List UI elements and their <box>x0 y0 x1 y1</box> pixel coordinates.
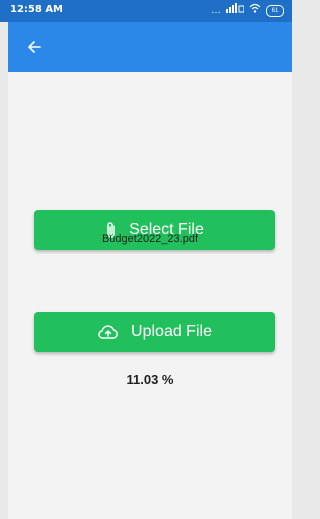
app-bar <box>8 22 292 72</box>
arrow-left-icon <box>28 41 41 53</box>
main-content: Select File Budget2022_23.pdf Upload Fil… <box>8 72 292 519</box>
upload-progress-text: 11.03 % <box>126 372 174 387</box>
status-time: 12:58 AM <box>10 4 64 15</box>
battery-icon: 61 <box>266 4 284 17</box>
cloud-upload-icon <box>98 325 119 339</box>
back-button[interactable] <box>22 35 46 59</box>
screen: 12:58 AM … 61 Select File Budget2022_23.… <box>0 0 292 519</box>
wifi-icon <box>249 3 261 18</box>
selected-file-name: Budget2022_23.pdf <box>101 233 199 245</box>
status-bar: 12:58 AM … 61 <box>0 0 292 22</box>
notification-dots-icon: … <box>211 4 221 16</box>
status-icons: … 61 <box>211 3 284 18</box>
upload-file-button[interactable]: Upload File <box>34 312 275 352</box>
upload-file-label: Upload File <box>131 323 212 340</box>
signal-icon <box>226 3 245 18</box>
